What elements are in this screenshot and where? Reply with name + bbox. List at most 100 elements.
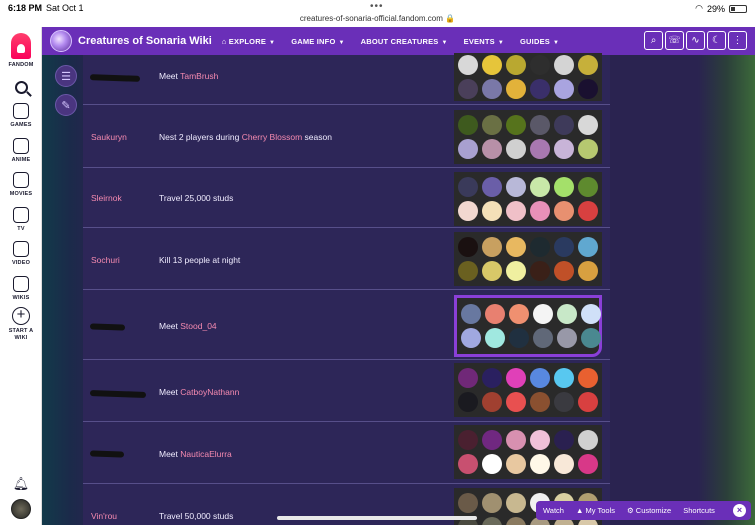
book-icon xyxy=(13,276,29,292)
color-palette xyxy=(454,295,602,357)
shortcuts-button[interactable]: Shortcuts xyxy=(683,506,715,515)
color-swatch xyxy=(506,201,526,221)
color-swatch xyxy=(458,493,478,513)
edit-button[interactable]: ✎ xyxy=(55,94,77,116)
color-swatch xyxy=(458,392,478,412)
redacted-name xyxy=(89,450,125,458)
requirement-suffix: season xyxy=(302,132,332,142)
tv-icon xyxy=(13,207,29,223)
rail-label-anime: ANIME xyxy=(11,157,31,163)
color-swatch xyxy=(482,368,502,388)
home-indicator[interactable] xyxy=(277,516,477,520)
color-swatch xyxy=(530,201,550,221)
color-swatch xyxy=(482,430,502,450)
wiki-search-icon[interactable]: ⌕ xyxy=(644,31,663,50)
color-swatch xyxy=(530,139,550,159)
multitask-dots-icon[interactable]: ••• xyxy=(370,1,384,12)
color-swatch xyxy=(554,177,574,197)
search-icon xyxy=(14,81,28,94)
redacted-name xyxy=(89,323,126,331)
color-swatch xyxy=(506,261,526,281)
creature-name-link[interactable]: Saukuryn xyxy=(91,132,127,142)
color-swatch xyxy=(461,304,481,324)
color-swatch xyxy=(458,55,478,75)
start-a-wiki-label: START A WIKI xyxy=(8,328,34,341)
event-link[interactable]: Cherry Blossom xyxy=(242,132,302,142)
discussions-icon[interactable]: ☏ xyxy=(665,31,684,50)
color-swatch xyxy=(485,328,505,348)
color-swatch xyxy=(530,430,550,450)
rail-item-tv[interactable]: TV xyxy=(0,207,42,233)
creature-name-link[interactable]: Sleirnok xyxy=(91,193,122,203)
notifications-button[interactable]: 🔔︎ xyxy=(0,475,42,493)
wiki-tools: ⌕ ☏ ∿ ☾ ⋮ xyxy=(644,31,747,50)
color-swatch xyxy=(554,454,574,474)
requirement-text: Meet xyxy=(159,321,181,331)
color-swatch xyxy=(458,237,478,257)
rail-item-games[interactable]: GAMES xyxy=(0,103,42,129)
search-button[interactable] xyxy=(0,81,42,94)
color-swatch xyxy=(506,237,526,257)
table-row: Meet NauticaElurra xyxy=(83,422,610,484)
color-swatch xyxy=(554,261,574,281)
color-swatch xyxy=(482,392,502,412)
watch-button[interactable]: Watch xyxy=(543,506,564,515)
fandom-brand-label: FANDOM xyxy=(8,62,34,68)
nav-game-info[interactable]: GAME INFO ▼ xyxy=(291,37,344,46)
activity-icon[interactable]: ∿ xyxy=(686,31,705,50)
color-swatch xyxy=(557,328,577,348)
status-indicators: ◠ 29% xyxy=(695,3,747,14)
close-icon[interactable]: × xyxy=(733,504,746,517)
color-swatch xyxy=(554,115,574,135)
unlock-requirement: Meet TamBrush xyxy=(159,71,218,81)
dark-mode-icon[interactable]: ☾ xyxy=(707,31,726,50)
requirement-text: Meet xyxy=(159,387,181,397)
avatar xyxy=(11,499,31,519)
color-swatch xyxy=(458,454,478,474)
color-swatch xyxy=(578,368,598,388)
screen: 6:18 PM Sat Oct 1 ••• creatures-of-sonar… xyxy=(0,0,755,525)
creature-name-link[interactable]: Sochuri xyxy=(91,255,120,265)
color-swatch xyxy=(533,328,553,348)
unlock-requirement: Nest 2 players during Cherry Blossom sea… xyxy=(159,132,332,142)
color-swatch xyxy=(506,454,526,474)
customize-button[interactable]: ⚙ Customize xyxy=(627,506,671,515)
user-avatar[interactable] xyxy=(0,499,42,519)
color-swatch xyxy=(581,304,601,324)
wiki-name[interactable]: Creatures of Sonaria Wiki xyxy=(78,35,212,47)
nav-explore[interactable]: ⌂ EXPLORE ▼ xyxy=(222,37,275,46)
nav-events[interactable]: EVENTS ▼ xyxy=(464,37,504,46)
fandom-home-link[interactable]: FANDOM xyxy=(0,33,42,69)
creature-unlock-table: Meet TamBrush Saukuryn Nest 2 players du… xyxy=(83,53,610,525)
table-row: Sleirnok Travel 25,000 studs xyxy=(83,168,610,228)
creature-name-link[interactable]: Vin'rou xyxy=(91,511,117,521)
color-swatch xyxy=(530,237,550,257)
color-swatch xyxy=(482,237,502,257)
rail-item-wikis[interactable]: WIKIS xyxy=(0,276,42,302)
color-swatch xyxy=(509,328,529,348)
player-link[interactable]: NauticaElurra xyxy=(180,449,232,459)
nav-guides[interactable]: GUIDES ▼ xyxy=(520,37,559,46)
rail-item-anime[interactable]: ANIME xyxy=(0,138,42,164)
unlock-requirement: Travel 25,000 studs xyxy=(159,193,234,203)
color-swatch xyxy=(458,430,478,450)
redacted-name xyxy=(89,390,147,398)
player-link[interactable]: Stood_04 xyxy=(180,321,216,331)
player-link[interactable]: TamBrush xyxy=(180,71,218,81)
table-of-contents-button[interactable]: ☰ xyxy=(55,65,77,87)
more-options-icon[interactable]: ⋮ xyxy=(728,31,747,50)
address-bar[interactable]: creatures-of-sonaria-official.fandom.com… xyxy=(0,14,755,23)
my-tools-button[interactable]: ▲ My Tools xyxy=(576,506,615,515)
wiki-logo-icon[interactable] xyxy=(50,30,72,52)
rail-label-video: VIDEO xyxy=(11,260,31,266)
color-swatch xyxy=(578,79,598,99)
rail-item-video[interactable]: VIDEO xyxy=(0,241,42,267)
color-swatch xyxy=(581,328,601,348)
color-swatch xyxy=(578,55,598,75)
rail-item-movies[interactable]: MOVIES xyxy=(0,172,42,198)
battery-percent: 29% xyxy=(706,3,725,14)
color-swatch xyxy=(509,304,529,324)
nav-about-creatures[interactable]: ABOUT CREATURES ▼ xyxy=(361,37,448,46)
start-a-wiki-button[interactable]: + START A WIKI xyxy=(0,307,42,342)
player-link[interactable]: CatboyNathann xyxy=(180,387,239,397)
